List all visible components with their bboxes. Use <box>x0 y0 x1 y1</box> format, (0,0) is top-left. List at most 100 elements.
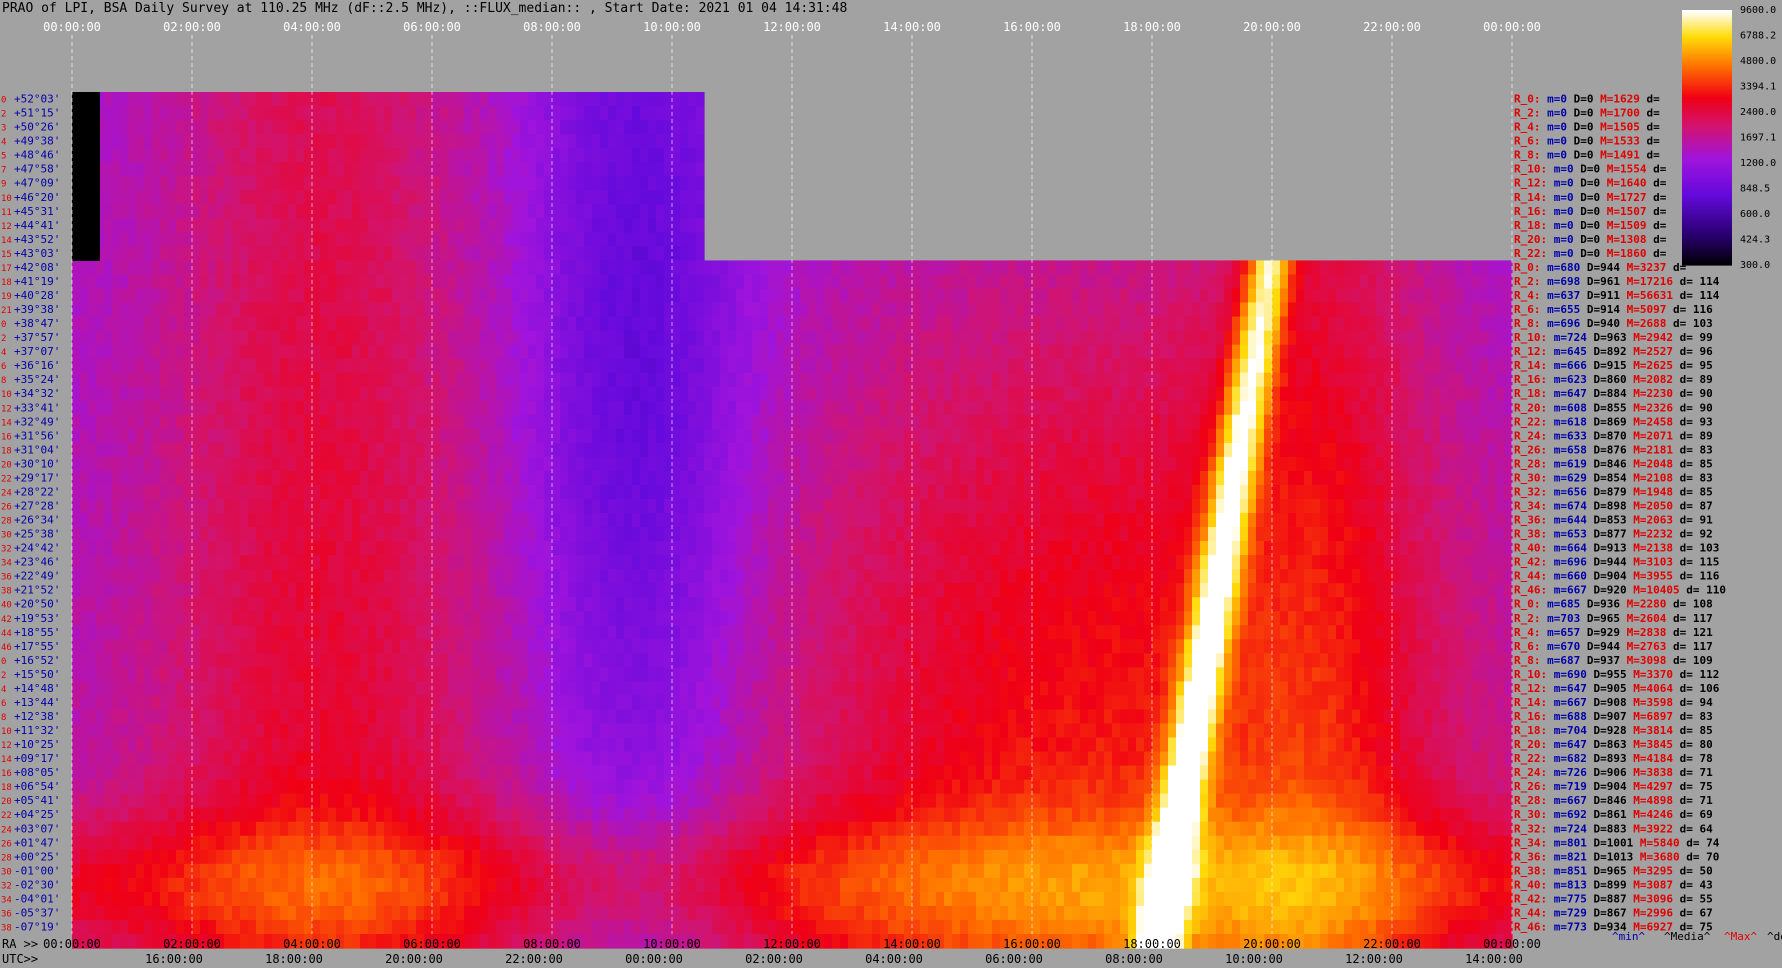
row-number-label: 6 <box>1 699 6 709</box>
row-number-label: 20 <box>1 797 12 807</box>
top-tick-label: 10:00:00 <box>643 20 701 34</box>
dec-label: +28°22' <box>14 485 60 498</box>
top-tick-label: 14:00:00 <box>883 20 941 34</box>
row-number-label: 24 <box>1 825 12 835</box>
row-number-label: 12 <box>1 404 12 414</box>
row-number-label: 2 <box>1 334 6 344</box>
row-number-label: 2 <box>1 671 6 681</box>
colorbar-tick-label: 3394.1 <box>1740 82 1776 93</box>
row-number-label: 21 <box>1 306 12 316</box>
row-number-label: 32 <box>1 545 12 555</box>
row-number-label: 11 <box>1 208 12 218</box>
dec-label: +46°20' <box>14 191 60 204</box>
row-number-label: 38 <box>1 923 12 933</box>
row-number-label: 0 <box>1 657 6 667</box>
dec-label: +37°07' <box>14 345 60 358</box>
dec-label: +31°04' <box>14 443 60 456</box>
stats-row: R_36: m=821 D=1013 M=3680 d= 70 <box>1514 850 1719 863</box>
row-number-label: 38 <box>1 587 12 597</box>
dec-label: +22°49' <box>14 570 60 583</box>
row-number-label: 18 <box>1 446 12 456</box>
dec-label: +38°47' <box>14 317 60 330</box>
row-number-label: 19 <box>1 292 12 302</box>
dec-label: +43°03' <box>14 247 60 260</box>
dec-label: +03°07' <box>14 822 60 835</box>
dec-label: +51°15' <box>14 107 60 120</box>
stats-row: R_18: m=704 D=928 M=3814 d= 85 <box>1514 724 1713 737</box>
colorbar-tick-label: 4800.0 <box>1740 56 1776 67</box>
dec-label: +42°08' <box>14 261 60 274</box>
top-tick-label: 16:00:00 <box>1003 20 1061 34</box>
top-tick-label: 00:00:00 <box>1483 20 1541 34</box>
stats-row: R_4: m=657 D=929 M=2838 d= 121 <box>1514 626 1713 639</box>
dec-label: +16°52' <box>14 654 60 667</box>
dec-label: +50°26' <box>14 121 60 134</box>
stats-row: R_0: m=685 D=936 M=2280 d= 108 <box>1514 598 1713 611</box>
row-number-label: 10 <box>1 727 12 737</box>
ra-tick-label: 08:00:00 <box>523 937 581 951</box>
stats-row: R_40: m=813 D=899 M=3087 d= 43 <box>1514 878 1713 891</box>
stats-row: R_4: m=0 D=0 M=1505 d= <box>1514 121 1660 134</box>
row-number-label: 4 <box>1 685 6 695</box>
row-number-label: 22 <box>1 811 12 821</box>
top-tick-label: 20:00:00 <box>1243 20 1301 34</box>
top-tick-label: 22:00:00 <box>1363 20 1421 34</box>
stats-row: R_34: m=801 D=1001 M=5840 d= 74 <box>1514 836 1720 849</box>
dec-label: -05°37' <box>14 906 60 919</box>
utc-tick-label: 18:00:00 <box>265 952 323 966</box>
stats-row: R_14: m=666 D=915 M=2625 d= 95 <box>1514 359 1713 372</box>
stats-row: R_28: m=667 D=846 M=4898 d= 71 <box>1514 794 1713 807</box>
stats-row: R_38: m=851 D=965 M=3295 d= 50 <box>1514 864 1713 877</box>
stats-row: R_2: m=698 D=961 M=17216 d= 114 <box>1514 275 1720 288</box>
ra-tick-label: 00:00:00 <box>1483 937 1541 951</box>
stats-row: R_14: m=667 D=908 M=3598 d= 94 <box>1514 696 1713 709</box>
dec-label: +20°50' <box>14 598 60 611</box>
stats-row: R_8: m=0 D=0 M=1491 d= <box>1514 149 1660 162</box>
dec-label: +18°55' <box>14 626 60 639</box>
dec-label: +39°38' <box>14 303 60 316</box>
ra-tick-label: 20:00:00 <box>1243 937 1301 951</box>
top-tick-label: 18:00:00 <box>1123 20 1181 34</box>
dec-label: -04°01' <box>14 892 60 905</box>
utc-tick-label: 14:00:00 <box>1465 952 1523 966</box>
legend-label: ^min^ <box>1612 930 1645 943</box>
colorbar-tick-label: 848.5 <box>1740 184 1770 195</box>
colorbar <box>1682 10 1732 266</box>
row-number-label: 7 <box>1 166 6 176</box>
row-number-label: 34 <box>1 895 12 905</box>
stats-row: R_2: m=0 D=0 M=1700 d= <box>1514 107 1660 120</box>
colorbar-tick-label: 1200.0 <box>1740 158 1776 169</box>
colorbar-tick-label: 300.0 <box>1740 260 1770 271</box>
row-number-label: 42 <box>1 615 12 625</box>
row-number-label: 2 <box>1 110 6 120</box>
dec-label: +23°46' <box>14 556 60 569</box>
stats-row: R_46: m=667 D=920 M=10405 d= 110 <box>1514 584 1726 597</box>
row-number-label: 14 <box>1 755 12 765</box>
ra-tick-label: 10:00:00 <box>643 937 701 951</box>
colorbar-tick-label: 6788.2 <box>1740 31 1776 42</box>
dec-label: +09°17' <box>14 752 60 765</box>
dec-label: +06°54' <box>14 780 60 793</box>
row-number-label: 22 <box>1 474 12 484</box>
stats-row: R_18: m=0 D=0 M=1509 d= <box>1514 219 1667 232</box>
legend-label: ^Media^ <box>1664 930 1711 943</box>
colorbar-tick-label: 424.3 <box>1740 235 1770 246</box>
dec-label: +14°48' <box>14 682 60 695</box>
row-number-label: 5 <box>1 152 6 162</box>
row-number-label: 40 <box>1 601 12 611</box>
stats-row: R_22: m=682 D=893 M=4184 d= 78 <box>1514 752 1713 765</box>
row-number-label: 14 <box>1 236 12 246</box>
row-number-label: 9 <box>1 180 6 190</box>
ra-tick-label: 06:00:00 <box>403 937 461 951</box>
dec-label: +32°49' <box>14 415 60 428</box>
stats-row: R_32: m=724 D=883 M=3922 d= 64 <box>1514 822 1713 835</box>
dec-label: -01°00' <box>14 864 60 877</box>
stats-row: R_4: m=637 D=911 M=56631 d= 114 <box>1514 289 1720 302</box>
stats-row: R_22: m=0 D=0 M=1860 d= <box>1514 247 1667 260</box>
stats-row: R_18: m=647 D=884 M=2230 d= 90 <box>1514 387 1713 400</box>
dec-label: +10°25' <box>14 738 60 751</box>
ra-tick-label: 02:00:00 <box>163 937 221 951</box>
dec-label: +11°32' <box>14 724 60 737</box>
stats-row: R_42: m=696 D=944 M=3103 d= 115 <box>1514 556 1719 569</box>
dec-label: +35°24' <box>14 373 60 386</box>
